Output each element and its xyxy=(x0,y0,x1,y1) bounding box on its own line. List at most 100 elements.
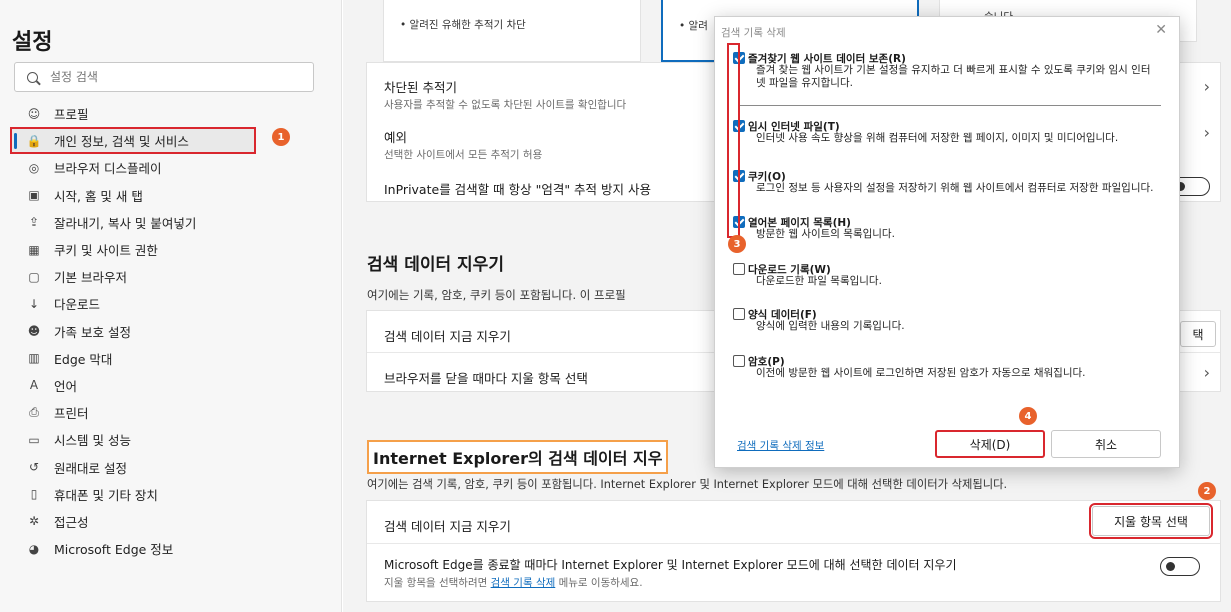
sidebar-item-8[interactable]: ☻ 가족 보호 설정 xyxy=(14,318,334,345)
language-icon: A xyxy=(29,378,39,393)
clear-data-desc: 여기에는 기록, 암호, 쿠키 등이 포함됩니다. 이 프로필 xyxy=(367,288,626,302)
settings-search-input[interactable] xyxy=(50,70,290,84)
ie-choose-button-label: 지울 항목 선택 xyxy=(1114,514,1188,529)
step-badge-4: 4 xyxy=(1019,407,1037,425)
delete-history-link[interactable]: 검색 기록 삭제 xyxy=(491,577,556,589)
dialog-divider xyxy=(739,105,1161,106)
delete-option-desc: 인터넷 사용 속도 향상을 위해 컴퓨터에 저장한 웹 페이지, 이미지 및 미… xyxy=(756,132,1119,144)
sidebar-item-13[interactable]: ↺ 원래대로 설정 xyxy=(14,453,334,480)
ie-choose-what-to-clear-button[interactable]: 지울 항목 선택 xyxy=(1089,503,1213,539)
sidebar-item-0[interactable]: ☺ 프로필 xyxy=(14,100,334,127)
settings-search-box[interactable] xyxy=(14,62,314,92)
step-badge-2: 2 xyxy=(1198,482,1216,500)
share-icon: ⇪ xyxy=(28,215,40,230)
home-tab-icon: ▣ xyxy=(28,188,40,203)
sidebar-item-label: 프린터 xyxy=(54,406,89,422)
sidebar-item-label: 휴대폰 및 기타 장치 xyxy=(54,487,158,503)
sidebar-item-16[interactable]: ◕ Microsoft Edge 정보 xyxy=(14,535,334,562)
ie-clear-desc: 여기에는 검색 기록, 암호, 쿠키 등이 포함됩니다. Internet Ex… xyxy=(367,478,1008,491)
sidebar-item-11[interactable]: ⎙ 프린터 xyxy=(14,399,334,426)
on-close-label: 브라우저를 닫을 때마다 지울 항목 선택 xyxy=(384,371,588,386)
sidebar-item-9[interactable]: ▥ Edge 막대 xyxy=(14,345,334,372)
sidebar-item-label: 브라우저 디스플레이 xyxy=(54,161,162,177)
sidebar-item-4[interactable]: ⇪ 잘라내기, 복사 및 붙여넣기 xyxy=(14,209,334,236)
settings-sidebar: 설정 ☺ 프로필 🔒 개인 정보, 검색 및 서비스 ◎ 브라우저 디스플레이 ▣ 시작, 홈… xyxy=(0,0,342,612)
chevron-right-icon[interactable]: › xyxy=(1204,363,1210,382)
chevron-right-icon[interactable]: › xyxy=(1204,77,1210,96)
delete-option-desc: 방문한 웹 사이트의 목록입니다. xyxy=(756,228,895,240)
exceptions-desc: 선택한 사이트에서 모든 추적기 허용 xyxy=(384,149,543,161)
close-icon[interactable]: ✕ xyxy=(1155,22,1167,38)
palette-icon: ◎ xyxy=(28,160,40,175)
search-icon xyxy=(27,71,38,83)
sidebar-item-label: Edge 막대 xyxy=(54,351,113,367)
delete-option-desc: 이전에 방문한 웹 사이트에 로그인하면 저장된 암호가 자동으로 채워집니다. xyxy=(756,367,1086,379)
sidebar-item-15[interactable]: ✲ 접근성 xyxy=(14,508,334,535)
phone-icon: ▯ xyxy=(30,487,38,502)
delete-option-checkbox[interactable] xyxy=(733,308,745,320)
sidebar-item-label: 시스템 및 성능 xyxy=(54,433,131,449)
delete-history-info-link[interactable]: 검색 기록 삭제 정보 xyxy=(737,438,824,453)
accessibility-icon: ✲ xyxy=(28,514,40,529)
delete-option-desc: 로그인 정보 등 사용자의 설정을 저장하기 위해 웹 사이트에서 컴퓨터로 저… xyxy=(756,182,1154,194)
delete-button[interactable]: 삭제(D) xyxy=(935,430,1045,458)
sidebar-item-5[interactable]: ▦ 쿠키 및 사이트 권한 xyxy=(14,236,334,263)
delete-option-checkbox[interactable] xyxy=(733,355,745,367)
settings-nav: ☺ 프로필 🔒 개인 정보, 검색 및 서비스 ◎ 브라우저 디스플레이 ▣ 시작, 홈 및 … xyxy=(10,100,334,562)
sidebar-item-label: 기본 브라우저 xyxy=(54,270,127,286)
sidebar-item-label: 원래대로 설정 xyxy=(54,460,127,476)
sidebar-item-label: 시작, 홈 및 새 탭 xyxy=(54,188,143,204)
blocked-trackers-desc: 사용자를 추적할 수 없도록 차단된 사이트를 확인합니다 xyxy=(384,99,627,111)
sidebar-item-label: 접근성 xyxy=(54,514,89,530)
choose-what-to-clear-button[interactable]: 택 xyxy=(1180,321,1216,347)
delete-option-checkbox[interactable] xyxy=(733,263,745,275)
sidebar-item-7[interactable]: ↓ 다운로드 xyxy=(14,290,334,317)
ie-on-exit-desc-prefix: 지울 항목을 선택하려면 xyxy=(384,577,491,589)
delete-browsing-history-dialog: 검색 기록 삭제 ✕ 즐겨찾기 웹 사이트 데이터 보존(R) 즐겨 찾는 웹 사… xyxy=(714,16,1180,468)
reset-icon: ↺ xyxy=(28,460,40,475)
sidebar-item-label: 잘라내기, 복사 및 붙여넣기 xyxy=(54,215,197,231)
sidebar-item-label: 언어 xyxy=(54,378,78,394)
sidebar-item-6[interactable]: ▢ 기본 브라우저 xyxy=(14,263,334,290)
sidebar-item-3[interactable]: ▣ 시작, 홈 및 새 탭 xyxy=(14,182,334,209)
cancel-button[interactable]: 취소 xyxy=(1051,430,1161,458)
dialog-title: 검색 기록 삭제 xyxy=(721,27,786,39)
sidebar-item-2[interactable]: ◎ 브라우저 디스플레이 xyxy=(14,154,334,181)
sidebar-item-label: 개인 정보, 검색 및 서비스 xyxy=(54,134,189,150)
permissions-icon: ▦ xyxy=(28,242,40,257)
delete-option-desc: 즐겨 찾는 웹 사이트가 기본 설정을 유지하고 더 빠르게 표시할 수 있도록… xyxy=(756,64,1151,89)
blocked-trackers-title: 차단된 추적기 xyxy=(384,80,457,95)
sidebar-item-12[interactable]: ▭ 시스템 및 성능 xyxy=(14,426,334,453)
download-icon: ↓ xyxy=(28,296,40,311)
delete-option-desc: 양식에 입력한 내용의 기록입니다. xyxy=(756,320,905,332)
tracking-basic-card[interactable]: • 알려진 유해한 추적기 차단 xyxy=(383,0,641,62)
step-badge-1: 1 xyxy=(272,128,290,146)
ie-on-exit-toggle[interactable] xyxy=(1160,557,1200,576)
ie-clear-card: 검색 데이터 지금 지우기 지울 항목 선택 Microsoft Edge를 종… xyxy=(366,500,1221,602)
ie-on-exit-label: Microsoft Edge를 종료할 때마다 Internet Explore… xyxy=(384,558,957,572)
checkbox-highlight xyxy=(727,43,740,238)
printer-icon: ⎙ xyxy=(29,405,39,420)
sidebar-item-label: 쿠키 및 사이트 권한 xyxy=(54,243,158,259)
choose-button-label: 택 xyxy=(1192,327,1204,342)
family-icon: ☻ xyxy=(27,324,41,339)
ie-clear-heading: Internet Explorer의 검색 데이터 지우 xyxy=(367,440,669,474)
edge-logo-icon: ◕ xyxy=(28,541,40,556)
sidebar-item-14[interactable]: ▯ 휴대폰 및 기타 장치 xyxy=(14,481,334,508)
settings-title: 설정 xyxy=(12,30,53,55)
tracker-desc: 알려진 유해한 추적기 차단 xyxy=(409,19,526,31)
delete-button-label: 삭제(D) xyxy=(969,437,1011,452)
sidebar-item-1[interactable]: 🔒 개인 정보, 검색 및 서비스 xyxy=(10,127,256,155)
clear-now-label: 검색 데이터 지금 지우기 xyxy=(384,329,511,344)
ie-on-exit-desc-suffix: 메뉴로 이동하세요. xyxy=(555,577,643,589)
sidebar-item-label: 프로필 xyxy=(54,107,89,123)
sidebar-item-10[interactable]: A 언어 xyxy=(14,372,334,399)
profile-icon: ☺ xyxy=(27,106,41,121)
edge-bar-icon: ▥ xyxy=(28,351,40,366)
lock-icon: 🔒 xyxy=(26,133,42,148)
ie-on-exit-desc: 지울 항목을 선택하려면 검색 기록 삭제 메뉴로 이동하세요. xyxy=(384,575,643,590)
cancel-button-label: 취소 xyxy=(1094,437,1118,452)
inprivate-strict-label: InPrivate를 검색할 때 항상 "엄격" 추적 방지 사용 xyxy=(384,182,652,197)
chevron-right-icon[interactable]: › xyxy=(1204,123,1210,142)
ie-clear-now-label: 검색 데이터 지금 지우기 xyxy=(384,519,511,534)
